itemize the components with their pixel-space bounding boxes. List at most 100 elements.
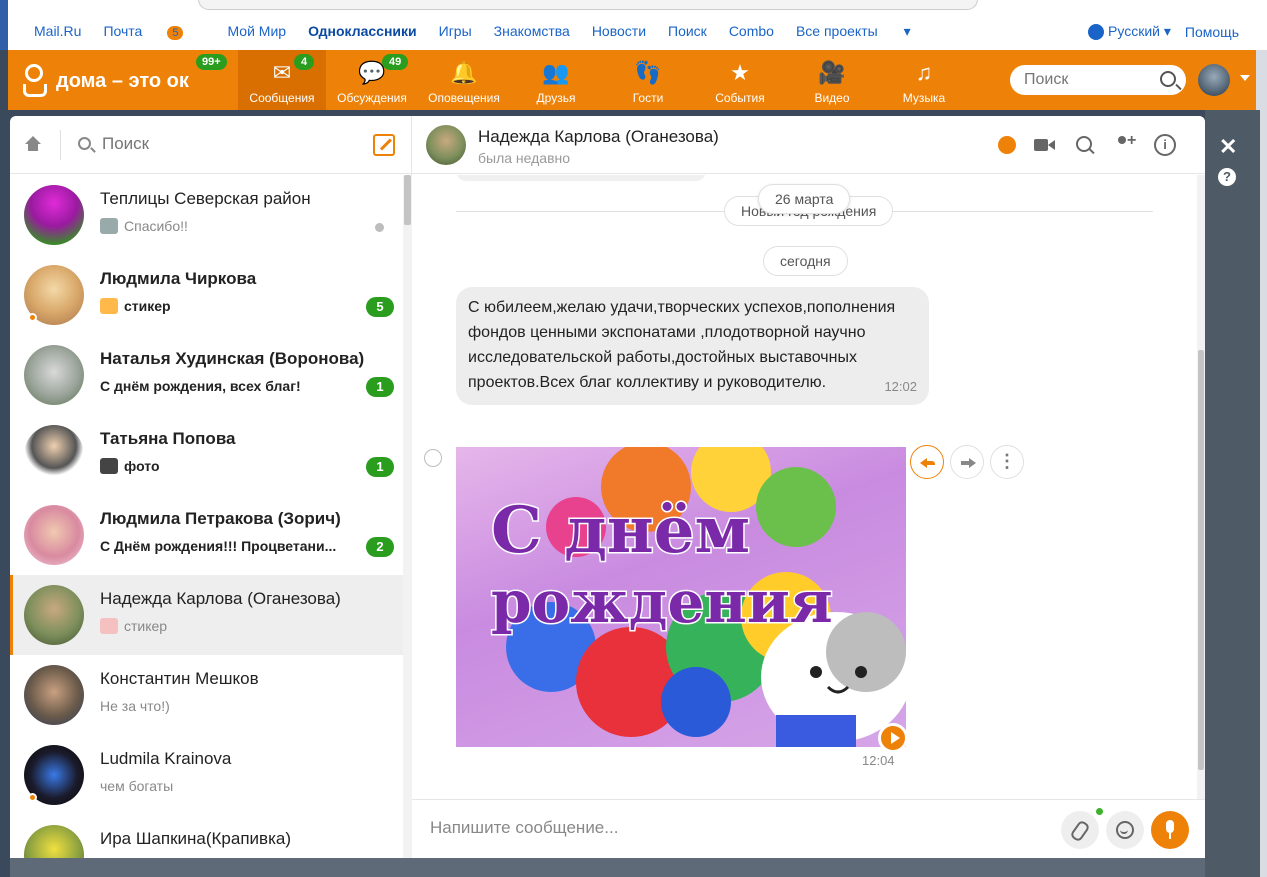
- chat-list-item[interactable]: Ludmila Krainova чем богаты: [10, 735, 403, 815]
- online-status-icon: [28, 313, 37, 322]
- logo-text: дома – это ок: [56, 69, 189, 92]
- globe-icon: [1088, 24, 1105, 41]
- chat-search-input[interactable]: [102, 134, 302, 154]
- message-text: С юбилеем,желаю удачи,творческих успехов…: [468, 299, 896, 391]
- chat-list-item[interactable]: Людмила Петракова (Зорич) С Днём рождения…: [10, 495, 403, 575]
- close-icon[interactable]: ✕: [1219, 134, 1237, 160]
- unread-count-badge: 1: [366, 377, 394, 397]
- scrollbar-thumb[interactable]: [404, 175, 411, 225]
- chat-name: Людмила Петракова (Зорич): [100, 509, 341, 528]
- unread-count-badge: 1: [366, 457, 394, 477]
- birthday-sticker[interactable]: С днём рождения: [456, 447, 906, 747]
- portal-link-all-projects[interactable]: Все проекты ▾: [796, 23, 933, 40]
- portal-link-myworld[interactable]: Мой Мир: [227, 23, 286, 40]
- forward-icon[interactable]: [950, 445, 984, 479]
- sticker-artwork: С днём рождения: [490, 447, 906, 747]
- more-options-icon[interactable]: [990, 445, 1024, 479]
- reply-icon[interactable]: [910, 445, 944, 479]
- message-composer: [412, 799, 1205, 858]
- portal-link-games[interactable]: Игры: [439, 23, 472, 40]
- portal-link-mailru[interactable]: Mail.Ru: [34, 23, 81, 40]
- chat-preview-text: С Днём рождения!!! Процветани...: [100, 538, 337, 554]
- portal-link-combo[interactable]: Combo: [729, 23, 774, 40]
- chat-list-item[interactable]: Людмила Чиркова стикер 5: [10, 255, 403, 335]
- chat-name: Надежда Карлова (Оганезова): [100, 589, 341, 608]
- portal-links: Mail.Ru Почта 5 Мой Мир Одноклассники Игр…: [34, 23, 955, 40]
- header-search[interactable]: [1010, 65, 1186, 95]
- nav-item-label: Сообщения: [249, 91, 315, 105]
- portal-link-mail-label: Почта: [103, 23, 143, 39]
- conversation-actions: i: [998, 132, 1176, 156]
- message-bubble[interactable]: С юбилеем,желаю удачи,творческих успехов…: [456, 287, 929, 405]
- nav-item-1[interactable]: 💬 Обсуждения 49: [326, 50, 418, 110]
- video-call-icon[interactable]: [1034, 134, 1056, 156]
- chat-list: Теплицы Северская район Спасибо!! Людмила …: [10, 175, 403, 858]
- chat-preview: Не за что!): [100, 698, 362, 714]
- scrollbar-thumb[interactable]: [1198, 350, 1204, 770]
- contact-avatar[interactable]: [426, 125, 466, 165]
- chat-avatar: [24, 345, 84, 405]
- footprints-icon: 👣: [634, 60, 662, 85]
- chat-preview: Спасибо!!: [100, 218, 362, 234]
- home-icon[interactable]: [24, 136, 42, 152]
- help-icon[interactable]: ?: [1218, 168, 1236, 186]
- background-page-strip: [1205, 110, 1260, 877]
- language-selector[interactable]: Русский ▾: [1088, 23, 1171, 41]
- nav-item-6[interactable]: 🎥 Видео: [786, 50, 878, 110]
- chat-list-item[interactable]: Ира Шапкина(Крапивка): [10, 815, 403, 858]
- search-icon: [1160, 71, 1176, 87]
- messenger-window: Теплицы Северская район Спасибо!! Людмила …: [10, 116, 1205, 858]
- chat-list-item[interactable]: Наталья Худинская (Воронова) С днём рожде…: [10, 335, 403, 415]
- chat-preview-text: стикер: [124, 298, 171, 314]
- compose-icon[interactable]: [373, 134, 395, 156]
- nav-item-label: Видео: [814, 91, 850, 105]
- add-user-icon[interactable]: [1114, 132, 1136, 156]
- nav-item-2[interactable]: 🔔 Оповещения: [418, 50, 510, 110]
- nav-item-label: Музыка: [902, 91, 946, 105]
- chat-avatar: [24, 585, 84, 645]
- nav-item-4[interactable]: 👣 Гости: [602, 50, 694, 110]
- microphone-icon[interactable]: [1151, 811, 1189, 849]
- chat-name: Людмила Чиркова: [100, 269, 257, 288]
- search-icon[interactable]: [1074, 134, 1096, 156]
- conversation-scrollbar[interactable]: [1197, 175, 1205, 799]
- message-input[interactable]: [430, 818, 1030, 838]
- nav-item-0[interactable]: ✉ Сообщения 4: [238, 50, 326, 110]
- message-select-checkbox[interactable]: [424, 449, 442, 467]
- chevron-down-icon[interactable]: [1240, 75, 1250, 81]
- chat-avatar: [24, 825, 84, 858]
- portal-link-ok[interactable]: Одноклассники: [308, 23, 417, 40]
- mail-count-badge: 5: [167, 26, 184, 40]
- portal-link-news[interactable]: Новости: [592, 23, 646, 40]
- chat-preview-text: фото: [124, 458, 160, 474]
- header-search-input[interactable]: [1010, 65, 1150, 95]
- portal-link-search[interactable]: Поиск: [668, 23, 707, 40]
- nav-item-label: Обсуждения: [337, 91, 407, 105]
- user-avatar[interactable]: [1198, 64, 1230, 96]
- nav-item-3[interactable]: 👥 Друзья: [510, 50, 602, 110]
- attach-icon[interactable]: [1061, 811, 1099, 849]
- emoji-icon[interactable]: [1106, 811, 1144, 849]
- chat-name: Ludmila Krainova: [100, 749, 232, 768]
- ok-logo[interactable]: дома – это ок: [22, 64, 189, 98]
- video-camera-icon: 🎥: [818, 60, 846, 85]
- sticker-play-icon[interactable]: [878, 723, 908, 753]
- help-link[interactable]: Помощь: [1185, 24, 1239, 40]
- phone-call-icon[interactable]: [998, 136, 1016, 154]
- chat-list-item[interactable]: Константин Мешков Не за что!): [10, 655, 403, 735]
- info-icon[interactable]: i: [1154, 134, 1176, 156]
- chat-preview: С днём рождения, всех благ!: [100, 378, 362, 394]
- contact-status: была недавно: [478, 150, 571, 166]
- chat-list-item[interactable]: Надежда Карлова (Оганезова) стикер: [10, 575, 403, 655]
- contact-name[interactable]: Надежда Карлова (Оганезова): [478, 127, 719, 147]
- portal-link-dating[interactable]: Знакомства: [494, 23, 570, 40]
- portal-link-mail[interactable]: Почта 5: [103, 23, 205, 40]
- nav-item-5[interactable]: ★ События: [694, 50, 786, 110]
- chat-list-item[interactable]: Татьяна Попова фото 1: [10, 415, 403, 495]
- nav-item-label: События: [715, 91, 765, 105]
- portal-right: Русский ▾ Помощь: [1088, 23, 1239, 41]
- chat-list-item[interactable]: Теплицы Северская район Спасибо!!: [10, 175, 403, 255]
- chat-list-scrollbar[interactable]: [403, 175, 412, 858]
- chat-preview-text: Спасибо!!: [124, 218, 188, 234]
- nav-item-7[interactable]: ♫ Музыка: [878, 50, 970, 110]
